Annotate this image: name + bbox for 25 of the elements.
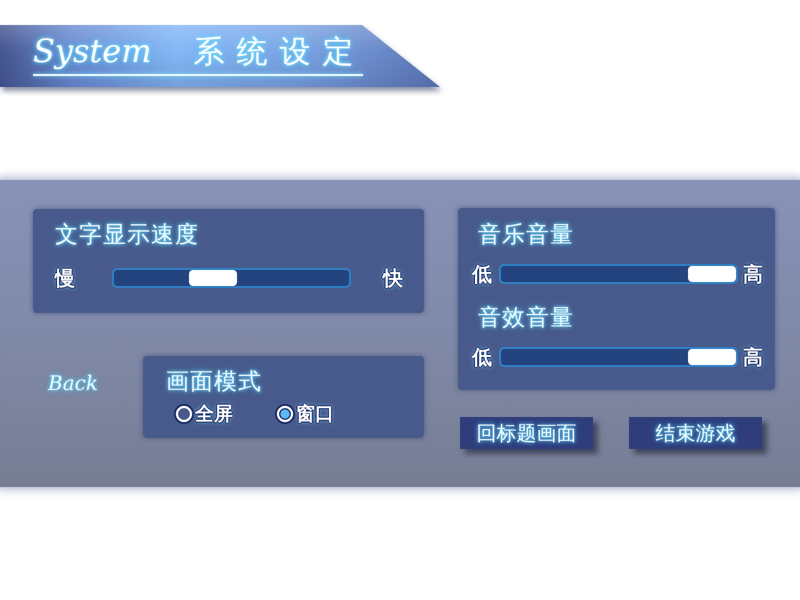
panel-title: 文字显示速度 <box>55 221 200 249</box>
banner-title: System <box>33 31 152 72</box>
slider-thumb[interactable] <box>688 266 736 282</box>
slider-track[interactable] <box>112 268 351 288</box>
panel-title: 音效音量 <box>478 304 575 332</box>
min-label: 慢 <box>55 267 75 289</box>
radio-icon[interactable] <box>275 404 295 424</box>
slider-thumb[interactable] <box>688 349 736 365</box>
banner-subtitle: 系统设定 <box>194 33 366 72</box>
min-label: 低 <box>472 346 492 368</box>
radio-option[interactable]: 全屏 <box>174 403 233 425</box>
max-label: 高 <box>743 346 763 368</box>
slider-track[interactable] <box>499 347 738 367</box>
min-label: 低 <box>472 263 492 285</box>
max-label: 高 <box>743 263 763 285</box>
radio-icon[interactable] <box>174 404 194 424</box>
max-label: 快 <box>383 267 403 289</box>
panel-title: 画面模式 <box>166 368 263 396</box>
menu-button[interactable]: 回标题画面 <box>460 417 593 449</box>
slider-track[interactable] <box>499 264 738 284</box>
slider-thumb[interactable] <box>188 270 237 286</box>
menu-button[interactable]: 结束游戏 <box>629 417 762 449</box>
back-button[interactable]: Back <box>48 368 98 398</box>
radio-option[interactable]: 窗口 <box>275 403 334 425</box>
panel-title: 音乐音量 <box>478 221 575 249</box>
